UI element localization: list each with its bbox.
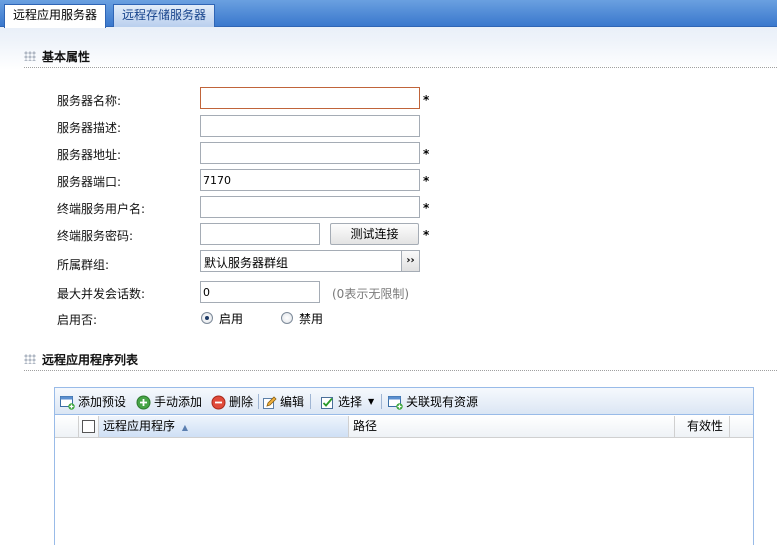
enable-off-label[interactable]: 禁用 — [299, 310, 323, 327]
grid-toolbar: 添加预设 手动添加 删除 编辑 选择 ▼ 关联现有资源 — [55, 388, 753, 415]
chevron-down-icon: ▼ — [368, 397, 375, 406]
max-sessions-label: 最大并发会话数: — [57, 287, 146, 301]
link-existing-resource-button[interactable]: 关联现有资源 — [388, 393, 478, 411]
required-mark: * — [423, 147, 430, 161]
red-minus-icon — [211, 395, 226, 410]
required-mark: * — [423, 201, 430, 215]
toolbar-separator — [258, 394, 259, 409]
column-header-validity[interactable]: 有效性 — [675, 416, 730, 437]
remote-app-grid: 添加预设 手动添加 删除 编辑 选择 ▼ 关联现有资源 远程应用程序 ▲ 路径 … — [54, 387, 754, 545]
toolbar-separator — [310, 394, 311, 409]
ts-username-label: 终端服务用户名: — [57, 202, 146, 216]
server-address-label: 服务器地址: — [57, 148, 122, 162]
checkbox-icon — [320, 395, 335, 410]
test-connection-button[interactable]: 测试连接 — [330, 223, 419, 245]
window-link-icon — [388, 395, 403, 410]
section-title: 远程应用程序列表 — [42, 353, 139, 367]
section-grip-icon — [24, 354, 36, 364]
ts-password-input[interactable] — [200, 223, 320, 245]
server-name-label: 服务器名称: — [57, 94, 122, 108]
server-name-input[interactable] — [200, 87, 420, 109]
group-label: 所属群组: — [57, 258, 110, 272]
ts-password-label: 终端服务密码: — [57, 229, 134, 243]
section-title: 基本属性 — [42, 50, 91, 64]
grid-header: 远程应用程序 ▲ 路径 有效性 — [55, 416, 753, 438]
green-plus-icon — [136, 395, 151, 410]
enable-on-radio[interactable] — [201, 312, 213, 324]
required-mark: * — [423, 228, 430, 242]
sort-asc-icon: ▲ — [181, 423, 188, 432]
group-select-value: 默认服务器群组 — [204, 256, 289, 270]
tab-bar: 远程应用服务器 远程存储服务器 — [0, 0, 777, 28]
tab-remote-app-server[interactable]: 远程应用服务器 — [4, 4, 107, 28]
enable-label: 启用否: — [57, 313, 98, 327]
column-header-path[interactable]: 路径 — [349, 416, 675, 437]
enable-on-label[interactable]: 启用 — [219, 310, 243, 327]
column-header-app[interactable]: 远程应用程序 ▲ — [99, 416, 349, 437]
section-basic-properties: 基本属性 — [24, 48, 777, 68]
group-select[interactable]: 默认服务器群组 ›› — [200, 250, 420, 272]
delete-button[interactable]: 删除 — [211, 393, 253, 411]
add-manual-button[interactable]: 手动添加 — [136, 393, 202, 411]
enable-off-radio[interactable] — [281, 312, 293, 324]
server-port-input[interactable] — [200, 169, 420, 191]
edit-button[interactable]: 编辑 — [262, 393, 304, 411]
window-add-icon — [60, 395, 75, 410]
ts-username-input[interactable] — [200, 196, 420, 218]
tab-remote-storage-server[interactable]: 远程存储服务器 — [113, 4, 216, 27]
server-desc-label: 服务器描述: — [57, 121, 122, 135]
server-address-input[interactable] — [200, 142, 420, 164]
select-all-header — [79, 416, 99, 437]
section-remote-app-list: 远程应用程序列表 — [24, 351, 777, 371]
toolbar-separator — [381, 394, 382, 409]
select-all-checkbox[interactable] — [82, 420, 95, 433]
edit-pencil-icon — [262, 395, 277, 410]
column-header-filler — [730, 416, 753, 437]
server-port-label: 服务器端口: — [57, 175, 122, 189]
section-grip-icon — [24, 51, 36, 61]
select-dropdown-button[interactable]: 选择 ▼ — [320, 393, 374, 411]
row-number-header — [55, 416, 79, 437]
max-sessions-hint: (0表示无限制) — [332, 287, 409, 301]
max-sessions-input[interactable] — [200, 281, 320, 303]
add-preset-button[interactable]: 添加预设 — [60, 393, 126, 411]
double-chevron-right-icon[interactable]: ›› — [401, 251, 419, 271]
required-mark: * — [423, 174, 430, 188]
server-desc-input[interactable] — [200, 115, 420, 137]
required-mark: * — [423, 93, 430, 107]
